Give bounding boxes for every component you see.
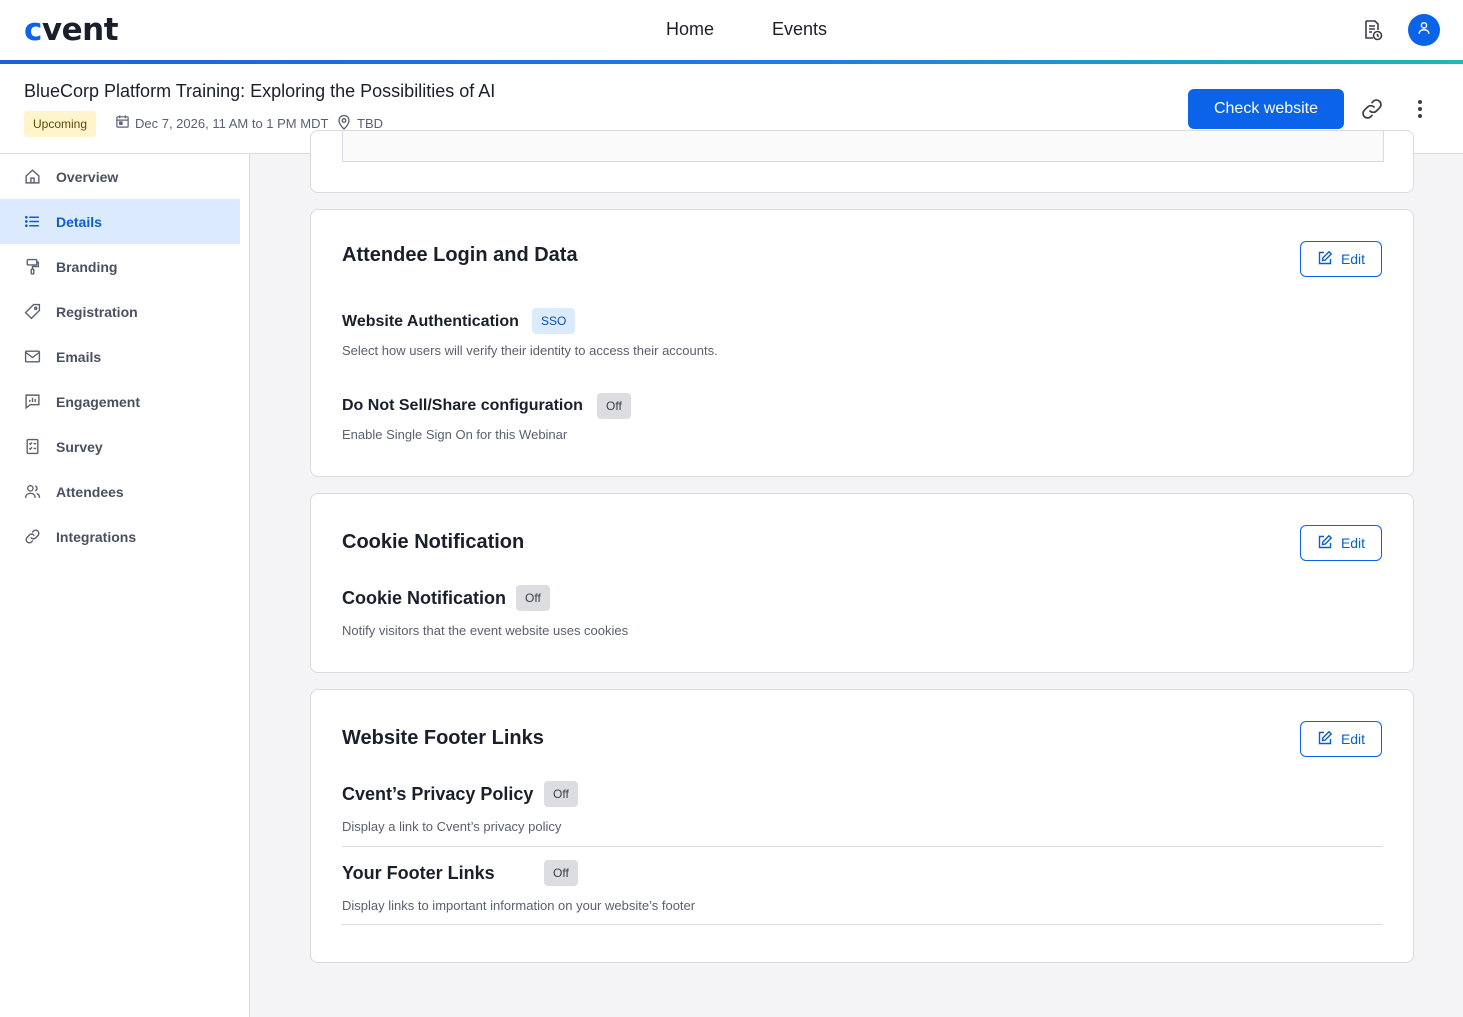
cvent-logo[interactable]: cvent xyxy=(24,13,119,47)
setting-name: Cookie Notification xyxy=(342,588,507,608)
event-date: Dec 7, 2026, 11 AM to 1 PM MDT xyxy=(115,114,328,132)
chat-chart-icon xyxy=(23,392,42,411)
paint-roller-icon xyxy=(23,257,42,276)
setting-name: Your Footer Links xyxy=(342,863,495,883)
sidebar: Overview Details Branding Registration E… xyxy=(0,154,250,1017)
divider xyxy=(342,924,1383,925)
sidebar-item-label: Overview xyxy=(56,168,119,185)
sidebar-item-integrations[interactable]: Integrations xyxy=(0,514,240,559)
divider xyxy=(342,846,1383,847)
envelope-icon xyxy=(23,347,42,366)
user-avatar-button[interactable] xyxy=(1408,14,1440,46)
nav-events-link[interactable]: Events xyxy=(772,19,827,40)
setting-description: Select how users will verify their ident… xyxy=(342,343,718,358)
setting-name: Cvent’s Privacy Policy xyxy=(342,784,534,804)
sidebar-item-label: Details xyxy=(56,213,102,230)
checklist-icon xyxy=(23,437,42,456)
status-badge: Off xyxy=(597,393,631,419)
event-status-badge: Upcoming xyxy=(24,111,97,137)
more-options-icon[interactable] xyxy=(1404,93,1436,125)
link-icon xyxy=(23,527,42,546)
previous-section-card xyxy=(310,130,1414,193)
setting-name: Website Authentication xyxy=(342,313,519,330)
list-icon xyxy=(23,212,42,231)
setting-description: Display links to important information o… xyxy=(342,898,696,913)
edit-cookie-notification-button[interactable]: Edit xyxy=(1300,525,1382,561)
calendar-icon xyxy=(115,114,135,132)
card-title: Website Footer Links xyxy=(342,727,544,749)
status-badge: Off xyxy=(544,860,578,886)
sidebar-item-label: Integrations xyxy=(56,528,137,545)
sidebar-item-label: Attendees xyxy=(56,483,124,500)
edit-attendee-login-button[interactable]: Edit xyxy=(1300,241,1382,277)
nav-home-link[interactable]: Home xyxy=(666,19,714,40)
previous-section-content xyxy=(342,131,1384,162)
sidebar-item-emails[interactable]: Emails xyxy=(0,334,240,379)
status-badge: SSO xyxy=(532,308,576,334)
edit-footer-links-button[interactable]: Edit xyxy=(1300,721,1382,757)
edit-icon xyxy=(1317,250,1341,269)
status-badge: Off xyxy=(516,585,550,611)
card-title: Attendee Login and Data xyxy=(342,244,578,266)
event-title: BlueCorp Platform Training: Exploring th… xyxy=(24,81,496,101)
edit-icon xyxy=(1317,730,1341,749)
report-clock-icon[interactable] xyxy=(1356,14,1388,46)
copy-link-icon[interactable] xyxy=(1356,93,1388,125)
sidebar-item-label: Engagement xyxy=(56,393,141,410)
top-navigation-bar: cvent Home Events xyxy=(0,0,1463,60)
sidebar-item-label: Branding xyxy=(56,258,118,275)
setting-description: Display a link to Cvent’s privacy policy xyxy=(342,819,562,834)
sidebar-item-details[interactable]: Details xyxy=(0,199,240,244)
sidebar-item-attendees[interactable]: Attendees xyxy=(0,469,240,514)
card-title: Cookie Notification xyxy=(342,531,525,553)
website-footer-links-card: Website Footer Links Edit Cvent’s Privac… xyxy=(310,689,1414,963)
attendee-login-card: Attendee Login and Data Edit Website Aut… xyxy=(310,209,1414,477)
sidebar-item-registration[interactable]: Registration xyxy=(0,289,240,334)
sidebar-item-label: Emails xyxy=(56,348,102,365)
cookie-notification-card: Cookie Notification Edit Cookie Notifica… xyxy=(310,493,1414,673)
status-badge: Off xyxy=(544,781,578,807)
sidebar-item-engagement[interactable]: Engagement xyxy=(0,379,240,424)
setting-description: Notify visitors that the event website u… xyxy=(342,623,629,638)
sidebar-item-label: Registration xyxy=(56,303,138,320)
check-website-button[interactable]: Check website xyxy=(1188,89,1344,129)
sidebar-item-branding[interactable]: Branding xyxy=(0,244,240,289)
sidebar-item-survey[interactable]: Survey xyxy=(0,424,240,469)
setting-name: Do Not Sell/Share configuration xyxy=(342,397,583,414)
edit-icon xyxy=(1317,534,1341,553)
setting-description: Enable Single Sign On for this Webinar xyxy=(342,427,568,442)
home-icon xyxy=(23,167,42,186)
tag-icon xyxy=(23,302,42,321)
people-icon xyxy=(23,482,42,501)
user-icon xyxy=(1417,21,1431,40)
sidebar-item-overview[interactable]: Overview xyxy=(0,154,240,199)
sidebar-item-label: Survey xyxy=(56,438,103,455)
